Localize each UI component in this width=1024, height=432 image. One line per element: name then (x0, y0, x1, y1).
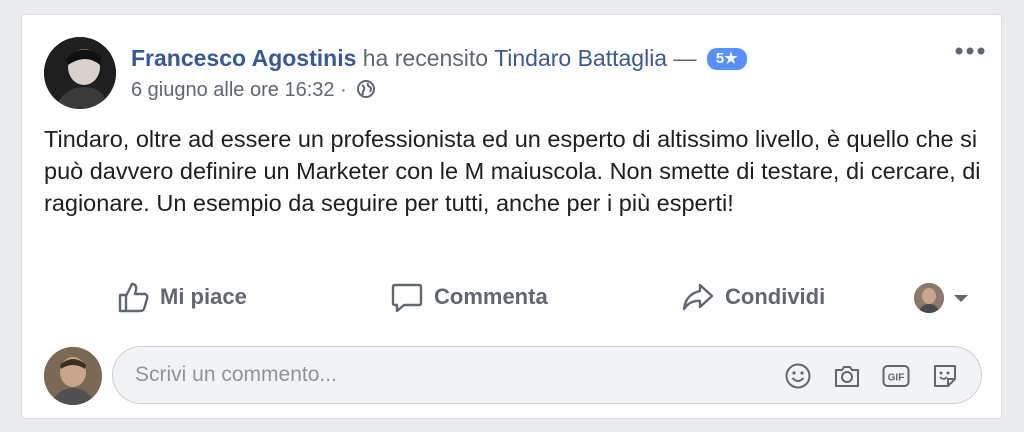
svg-text:GIF: GIF (888, 373, 905, 384)
share-arrow-icon (682, 283, 714, 311)
camera-icon[interactable] (832, 361, 862, 391)
share-button[interactable]: Condividi (681, 277, 825, 317)
header-separator: — (673, 45, 697, 71)
post-timestamp-link[interactable]: 6 giugno alle ore 16:32 (131, 79, 335, 101)
gif-icon[interactable]: GIF (881, 361, 911, 391)
like-button[interactable]: Mi piace (116, 277, 247, 317)
author-avatar[interactable] (44, 37, 116, 109)
speech-bubble-icon (391, 283, 423, 313)
rating-badge[interactable]: 5★ (706, 48, 747, 70)
comment-button[interactable]: Commenta (390, 277, 548, 317)
comment-label: Commenta (434, 284, 548, 309)
post-body-text: Tindaro, oltre ad essere un professionis… (44, 126, 981, 216)
emoji-icon[interactable] (783, 361, 813, 391)
review-post-card: Francesco Agostinis ha recensito Tindaro… (21, 14, 1002, 419)
author-name-link[interactable]: Francesco Agostinis (131, 45, 356, 71)
more-options-button[interactable] (953, 41, 987, 61)
commenter-avatar[interactable] (44, 347, 102, 405)
viewer-mini-avatar (914, 283, 944, 313)
sticker-icon[interactable] (930, 361, 960, 391)
caret-down-icon (954, 295, 968, 302)
review-action-text: ha recensito (362, 45, 489, 71)
more-dots-icon (955, 47, 985, 55)
globe-icon[interactable] (356, 79, 376, 99)
comment-input[interactable]: Scrivi un commento... GIF (112, 346, 982, 404)
post-meta: 6 giugno alle ore 16:32 · (131, 77, 376, 103)
post-actions-bar: Mi piace Commenta Condividi (22, 277, 1003, 317)
thumbs-up-icon (118, 282, 149, 313)
like-label: Mi piace (160, 284, 247, 309)
post-header: Francesco Agostinis ha recensito Tindaro… (131, 43, 747, 73)
share-label: Condividi (725, 284, 826, 309)
comment-placeholder: Scrivi un commento... (135, 363, 337, 386)
meta-dot: · (340, 79, 347, 101)
page-name-link[interactable]: Tindaro Battaglia (494, 45, 667, 71)
post-as-selector[interactable] (914, 283, 972, 313)
